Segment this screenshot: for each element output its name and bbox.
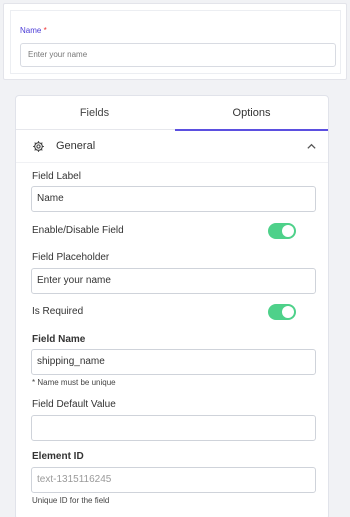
field-name-hint: * Name must be unique — [32, 378, 116, 387]
element-id-input[interactable]: text-1315116245 — [31, 467, 316, 493]
chevron-up-icon[interactable] — [306, 141, 317, 152]
tab-fields[interactable]: Fields — [16, 96, 173, 130]
preview-label-text: Name — [20, 26, 42, 35]
field-label-input[interactable]: Name — [31, 186, 316, 212]
is-required-label: Is Required — [32, 306, 84, 317]
default-value-input[interactable] — [31, 415, 316, 441]
field-placeholder-label: Field Placeholder — [32, 252, 110, 263]
enable-disable-label: Enable/Disable Field — [32, 225, 124, 236]
is-required-toggle[interactable] — [268, 304, 296, 320]
field-name-input[interactable]: shipping_name — [31, 349, 316, 375]
general-section-header[interactable]: General — [16, 131, 328, 163]
element-id-label: Element ID — [32, 451, 84, 462]
enable-disable-toggle[interactable] — [268, 223, 296, 239]
section-title: General — [56, 140, 96, 152]
tab-options[interactable]: Options — [173, 96, 328, 131]
field-name-label: Field Name — [32, 334, 86, 345]
field-settings-panel: Fields Options General Field Label Name … — [15, 95, 329, 517]
gear-icon — [33, 141, 44, 152]
field-label-label: Field Label — [32, 171, 81, 182]
default-value-label: Field Default Value — [32, 399, 116, 410]
field-preview-card: Name * Enter your name — [3, 3, 347, 80]
preview-field-label: Name * — [20, 26, 47, 35]
settings-tabs: Fields Options — [16, 96, 328, 131]
preview-name-input[interactable]: Enter your name — [20, 43, 336, 67]
field-placeholder-input[interactable]: Enter your name — [31, 268, 316, 294]
field-preview: Name * Enter your name — [10, 10, 341, 74]
required-marker: * — [43, 26, 47, 35]
element-id-hint: Unique ID for the field — [32, 496, 110, 505]
